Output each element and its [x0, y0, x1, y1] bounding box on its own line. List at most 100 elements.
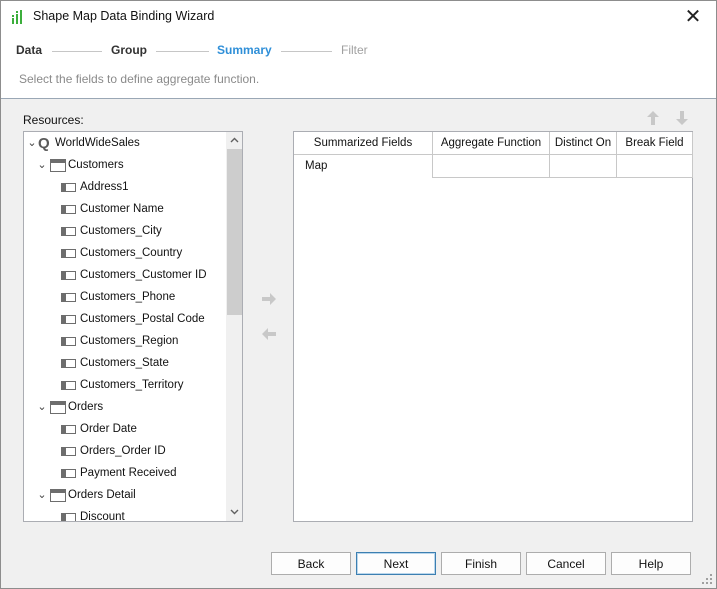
tree-node-label: Orders_Order ID — [80, 445, 166, 457]
cancel-button[interactable]: Cancel — [526, 552, 606, 575]
tree-node-worldwidesales[interactable]: ⌄ Q WorldWideSales — [24, 133, 224, 153]
tree-node-field[interactable]: Discount — [24, 507, 224, 522]
tree-node-field[interactable]: Address1 — [24, 177, 224, 197]
back-button[interactable]: Back — [271, 552, 351, 575]
tree-node-label: Customer Name — [80, 203, 164, 215]
step-connector — [156, 51, 209, 52]
tree-node-label: Order Date — [80, 423, 137, 435]
arrow-up-icon — [647, 111, 659, 125]
tree-node-field[interactable]: Order Date — [24, 419, 224, 439]
move-up-button[interactable] — [644, 109, 662, 127]
tree-node-field[interactable]: Orders_Order ID — [24, 441, 224, 461]
distinct-on-cell[interactable] — [550, 155, 617, 178]
move-down-button[interactable] — [673, 109, 691, 127]
arrow-down-icon — [676, 111, 688, 125]
aggregate-function-cell[interactable] — [433, 155, 550, 178]
tree-node-label: Orders Detail — [68, 489, 136, 501]
tree-node-field[interactable]: Customers_Postal Code — [24, 309, 224, 329]
column-header-distinct-on[interactable]: Distinct On — [550, 132, 617, 155]
bar-chart-icon — [12, 10, 22, 24]
scroll-up-button[interactable] — [226, 132, 242, 149]
scroll-thumb[interactable] — [227, 149, 242, 315]
field-icon — [61, 205, 76, 214]
tree-node-field[interactable]: Customers_Country — [24, 243, 224, 263]
scroll-down-button[interactable] — [226, 504, 242, 521]
field-icon — [61, 337, 76, 346]
break-field-cell[interactable] — [617, 155, 693, 178]
summary-grid[interactable]: Summarized Fields Aggregate Function Dis… — [293, 131, 693, 522]
table-cell[interactable]: Map — [294, 155, 433, 178]
tree-node-label: Customers_Phone — [80, 291, 176, 303]
step-data: Data — [16, 43, 43, 57]
table-icon — [50, 489, 66, 502]
tree-node-label: Customers — [68, 159, 124, 171]
tree-node-customers[interactable]: ⌄ Customers — [24, 155, 224, 175]
step-filter: Filter — [341, 43, 368, 57]
tree-node-field[interactable]: Customers_State — [24, 353, 224, 373]
resources-tree[interactable]: ⌄ Q WorldWideSales ⌄ Customers Address1 … — [23, 131, 243, 522]
field-icon — [61, 271, 76, 280]
field-icon — [61, 469, 76, 478]
step-connector — [52, 51, 102, 52]
tree-node-field[interactable]: Customers_Customer ID — [24, 265, 224, 285]
table-icon — [50, 401, 66, 414]
field-icon — [61, 293, 76, 302]
tree-node-field[interactable]: Customers_City — [24, 221, 224, 241]
tree-node-label: Customers_City — [80, 225, 162, 237]
chevron-down-icon[interactable]: ⌄ — [36, 155, 48, 175]
chevron-down-icon[interactable]: ⌄ — [36, 397, 48, 417]
column-header-break-field[interactable]: Break Field — [617, 132, 693, 155]
wizard-dialog: Shape Map Data Binding Wizard ✕ Data Gro… — [0, 0, 717, 589]
chevron-down-icon — [230, 509, 239, 515]
tree-node-label: Payment Received — [80, 467, 177, 479]
chevron-down-icon[interactable]: ⌄ — [36, 485, 48, 505]
field-icon — [61, 447, 76, 456]
finish-button[interactable]: Finish — [441, 552, 521, 575]
step-group: Group — [111, 43, 147, 57]
query-icon: Q — [38, 135, 50, 152]
arrow-right-icon — [262, 293, 276, 305]
step-summary: Summary — [217, 43, 272, 57]
chevron-up-icon — [230, 137, 239, 143]
chevron-down-icon[interactable]: ⌄ — [26, 133, 38, 153]
table-icon — [50, 159, 66, 172]
column-header-summarized-fields[interactable]: Summarized Fields — [294, 132, 433, 155]
tree-node-field[interactable]: Customer Name — [24, 199, 224, 219]
tree-scrollbar[interactable] — [226, 132, 242, 521]
close-button[interactable]: ✕ — [670, 1, 716, 32]
tree-node-field[interactable]: Customers_Region — [24, 331, 224, 351]
tree-node-label: Address1 — [80, 181, 129, 193]
tree-node-field[interactable]: Payment Received — [24, 463, 224, 483]
tree-node-label: Customers_Postal Code — [80, 313, 205, 325]
field-icon — [61, 513, 76, 521]
field-icon — [61, 227, 76, 236]
field-icon — [61, 249, 76, 258]
tree-node-orders-detail[interactable]: ⌄ Orders Detail — [24, 485, 224, 505]
remove-field-button[interactable] — [259, 324, 279, 344]
tree-node-label: Customers_Region — [80, 335, 179, 347]
window-title: Shape Map Data Binding Wizard — [33, 9, 215, 23]
wizard-header: Data Group Summary Filter Select the fie… — [1, 32, 716, 99]
tree-node-label: WorldWideSales — [55, 137, 140, 149]
field-icon — [61, 183, 76, 192]
column-header-aggregate-function[interactable]: Aggregate Function — [433, 132, 550, 155]
arrow-left-icon — [262, 328, 276, 340]
tree-node-label: Discount — [80, 511, 125, 522]
field-icon — [61, 425, 76, 434]
add-field-button[interactable] — [259, 289, 279, 309]
tree-node-orders[interactable]: ⌄ Orders — [24, 397, 224, 417]
wizard-subtitle: Select the fields to define aggregate fu… — [19, 72, 260, 86]
tree-node-field[interactable]: Customers_Phone — [24, 287, 224, 307]
tree-node-field[interactable]: Customers_Territory — [24, 375, 224, 395]
step-connector — [281, 51, 332, 52]
resources-label: Resources: — [23, 113, 84, 127]
tree-node-label: Orders — [68, 401, 104, 413]
tree-node-label: Customers_Customer ID — [80, 269, 207, 281]
tree-node-label: Customers_State — [80, 357, 169, 369]
next-button[interactable]: Next — [356, 552, 436, 575]
tree-node-label: Customers_Country — [80, 247, 183, 259]
resize-grip-icon[interactable] — [702, 574, 713, 585]
field-icon — [61, 359, 76, 368]
field-icon — [61, 315, 76, 324]
help-button[interactable]: Help — [611, 552, 691, 575]
